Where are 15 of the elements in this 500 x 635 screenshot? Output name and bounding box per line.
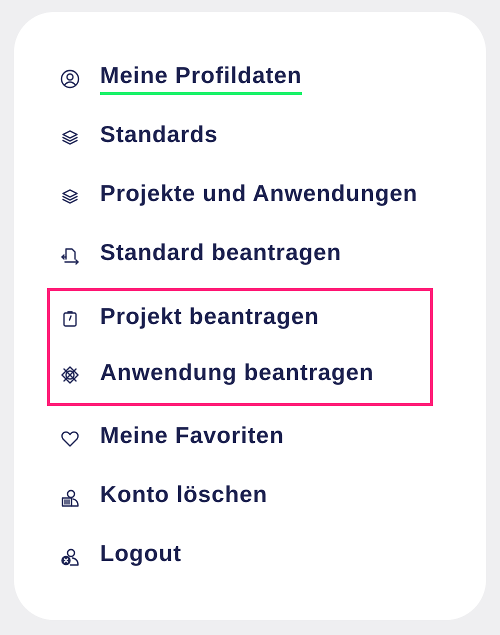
user-x-icon [60, 546, 80, 566]
layers-icon [60, 128, 80, 148]
user-circle-icon [60, 68, 80, 88]
menu-item[interactable]: Standard beantragen [100, 239, 342, 272]
heart-icon [60, 428, 80, 448]
document-arrows-icon [60, 246, 80, 266]
menu-item[interactable]: Meine Profildaten [100, 62, 302, 95]
menu-item[interactable]: Standards [100, 121, 218, 154]
menu-item[interactable]: Meine Favoriten [100, 422, 284, 455]
menu-item[interactable]: Logout [100, 540, 182, 573]
menu-item[interactable]: Konto löschen [100, 481, 268, 514]
menu-item[interactable]: Projekte und Anwendungen [100, 180, 418, 213]
menu-item[interactable]: Projekt beantragen [100, 302, 320, 336]
layers-icon [60, 186, 80, 206]
menu-item[interactable]: Anwendung beantragen [100, 358, 374, 392]
